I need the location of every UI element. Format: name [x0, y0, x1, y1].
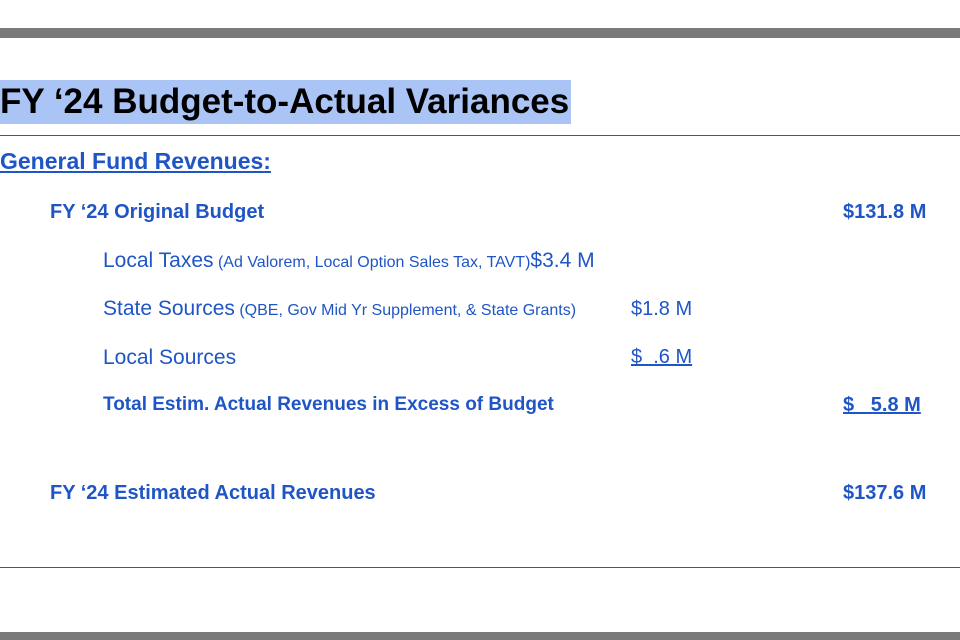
state-sources-detail: (QBE, Gov Mid Yr Supplement, & State Gra… — [234, 302, 577, 319]
page-title: FY ‘24 Budget-to-Actual Variances — [0, 80, 572, 124]
local-taxes-detail: (Ad Valorem, Local Option Sales Tax, TAV… — [213, 254, 531, 271]
original-budget-amount: $131.8 M — [843, 201, 927, 223]
slide: FY ‘24 Budget-to-Actual Variances Genera… — [0, 0, 960, 640]
estimated-actual-amount: $137.6 M — [843, 482, 927, 504]
local-taxes-row: Local Taxes (Ad Valorem, Local Option Sa… — [103, 249, 595, 273]
state-sources-label: State Sources — [103, 297, 235, 320]
local-taxes-label: Local Taxes — [103, 249, 214, 272]
total-excess-label: Total Estim. Actual Revenues in Excess o… — [103, 394, 554, 415]
state-sources-row: State Sources (QBE, Gov Mid Yr Supplemen… — [103, 297, 576, 321]
local-sources-amount: $ .6 M — [631, 346, 693, 368]
bottom-border — [0, 632, 960, 640]
estimated-actual-label: FY ‘24 Estimated Actual Revenues — [50, 482, 376, 504]
local-sources-label: Local Sources — [103, 346, 237, 369]
state-sources-amount: $1.8 M — [631, 298, 693, 320]
top-border — [0, 28, 960, 38]
divider-bottom — [0, 567, 960, 568]
total-excess-amount: $ 5.8 M — [843, 394, 921, 416]
local-taxes-amount: $3.4 M — [530, 249, 595, 272]
section-heading: General Fund Revenues: — [0, 148, 271, 174]
divider-top — [0, 135, 960, 136]
original-budget-label: FY ‘24 Original Budget — [50, 201, 265, 223]
